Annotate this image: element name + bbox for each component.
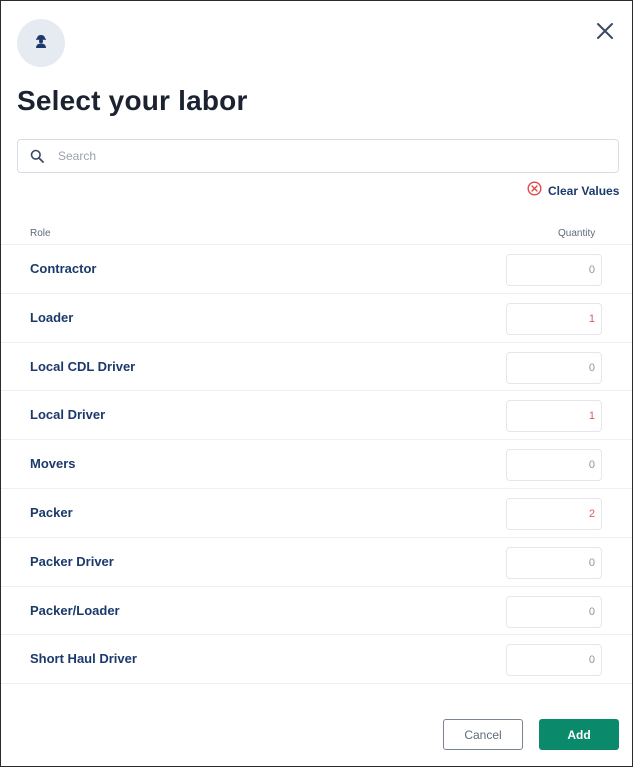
role-name: Short Haul Driver	[30, 651, 137, 667]
quantity-field[interactable]: 0	[506, 644, 602, 677]
list-item: Local Driver 1	[1, 391, 632, 441]
labor-list: Contractor 0 Loader 1 Local CDL Driver 0…	[1, 245, 632, 693]
list-item: Packer 2	[1, 489, 632, 538]
circle-x-icon	[527, 181, 542, 201]
quantity-field[interactable]: 2	[506, 497, 602, 530]
list-item: Loader 1	[1, 294, 632, 343]
quantity-field[interactable]: 0	[506, 254, 602, 286]
worker-icon	[33, 33, 49, 54]
role-name: Packer Driver	[30, 553, 114, 569]
quantity-field[interactable]: 1	[506, 302, 602, 335]
list-item: Movers 0	[1, 440, 632, 489]
clear-values-label: Clear Values	[548, 184, 620, 198]
search-input[interactable]	[56, 140, 618, 172]
role-name: Contractor	[30, 261, 97, 276]
avatar	[17, 19, 65, 67]
role-name: Local Driver	[30, 407, 106, 423]
list-item: Contractor 0	[1, 245, 632, 294]
add-button[interactable]: Add	[539, 719, 619, 750]
search-icon	[18, 149, 56, 163]
list-item: Packer/Loader 0	[1, 587, 632, 636]
role-name: Packer/Loader	[30, 602, 120, 618]
quantity-column-header: Quantity	[558, 228, 596, 239]
list-header: Role Quantity	[1, 223, 632, 245]
quantity-field[interactable]: 0	[506, 595, 602, 628]
role-name: Loader	[30, 309, 74, 325]
search-box[interactable]	[17, 139, 619, 173]
dialog-title: Select your labor	[17, 85, 248, 116]
quantity-field[interactable]: 0	[506, 546, 602, 579]
close-button[interactable]	[591, 19, 619, 47]
cancel-button[interactable]: Cancel	[443, 719, 523, 750]
quantity-field[interactable]: 0	[506, 449, 602, 482]
list-item: Packer Driver 0	[1, 538, 632, 587]
list-item: Short Haul Driver 0	[1, 635, 632, 685]
quantity-field[interactable]: 0	[506, 351, 602, 384]
list-item: Local CDL Driver 0	[1, 343, 632, 392]
role-name: Movers	[30, 456, 76, 472]
role-name: Local CDL Driver	[30, 358, 136, 374]
role-column-header: Role	[30, 228, 51, 239]
labor-selection-dialog: Select your labor Clear Values Role Quan…	[0, 0, 633, 767]
clear-values-button[interactable]: Clear Values	[527, 181, 620, 201]
quantity-field[interactable]: 1	[506, 400, 602, 433]
close-icon[interactable]	[596, 22, 614, 45]
role-name: Packer	[30, 504, 73, 520]
